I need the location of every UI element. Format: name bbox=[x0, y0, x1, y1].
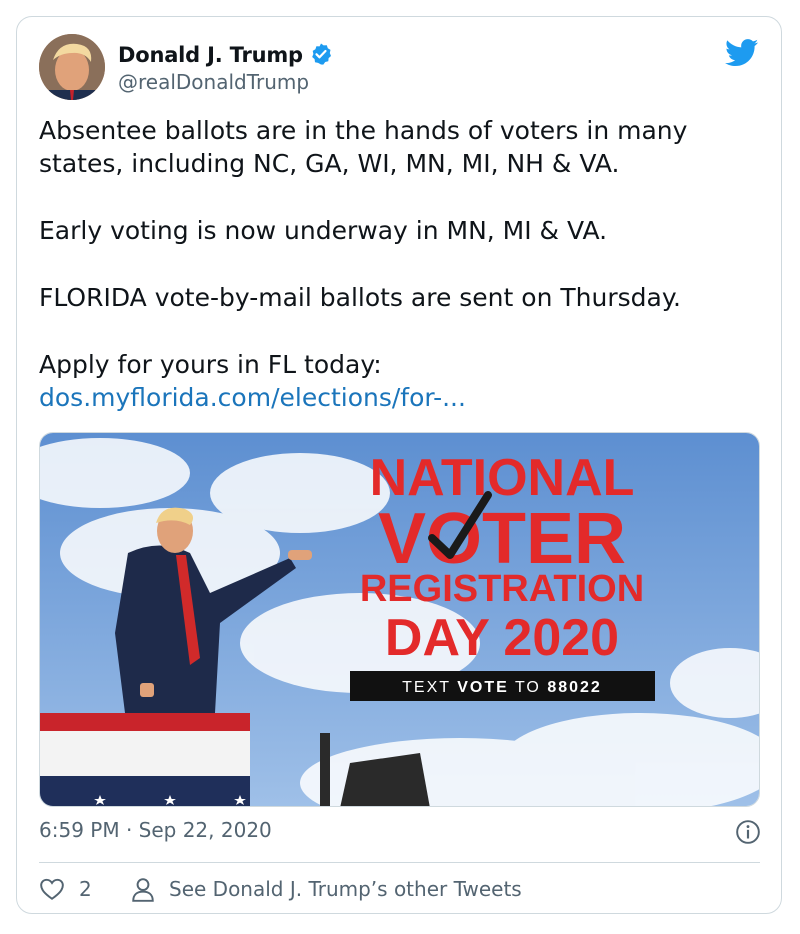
tweet-link[interactable]: dos.myflorida.com/elections/for-... bbox=[39, 381, 739, 414]
like-count[interactable]: 2 bbox=[79, 877, 92, 901]
patriotic-bunting bbox=[40, 713, 250, 806]
tweet-text: Absentee ballots are in the hands of vot… bbox=[39, 114, 739, 414]
other-tweets-link[interactable]: See Donald J. Trump’s other Tweets bbox=[169, 877, 522, 901]
author-avatar[interactable] bbox=[39, 34, 105, 100]
voter-registration-graphic: NATIONAL VOTER REGISTRATION DAY 2020 TEX… bbox=[40, 433, 759, 806]
tweet-card[interactable]: Donald J. Trump @realDonaldTrump Absente… bbox=[16, 16, 782, 914]
tweet-paragraph: Absentee ballots are in the hands of vot… bbox=[39, 116, 688, 178]
author-name[interactable]: Donald J. Trump bbox=[118, 43, 303, 67]
twitter-bird-icon[interactable] bbox=[725, 39, 759, 67]
heart-icon[interactable] bbox=[39, 877, 65, 901]
cta-text: TEXT VOTE TO 88022 bbox=[402, 679, 602, 696]
tweet-paragraph: FLORIDA vote-by-mail ballots are sent on… bbox=[39, 283, 681, 312]
tweet-paragraph: Early voting is now underway in MN, MI &… bbox=[39, 216, 608, 245]
verified-badge-icon bbox=[312, 43, 331, 65]
tweet-media-image[interactable]: NATIONAL VOTER REGISTRATION DAY 2020 TEX… bbox=[39, 432, 760, 807]
info-icon[interactable] bbox=[735, 819, 761, 845]
headline-registration: REGISTRATION bbox=[360, 568, 644, 610]
cta-middle: TO bbox=[515, 679, 541, 696]
author-handle[interactable]: @realDonaldTrump bbox=[118, 70, 309, 94]
cta-number: 88022 bbox=[547, 679, 602, 696]
headline-day-2020: DAY 2020 bbox=[385, 609, 619, 667]
tweet-timestamp[interactable]: 6:59 PM · Sep 22, 2020 bbox=[39, 818, 272, 842]
cta-keyword: VOTE bbox=[457, 679, 509, 696]
divider bbox=[39, 862, 760, 863]
headline-voter: VOTER bbox=[378, 499, 626, 579]
tweet-paragraph: Apply for yours in FL today: bbox=[39, 350, 382, 379]
avatar-portrait-icon bbox=[39, 34, 105, 100]
cta-prefix: TEXT bbox=[402, 679, 451, 696]
user-icon[interactable] bbox=[131, 877, 155, 903]
